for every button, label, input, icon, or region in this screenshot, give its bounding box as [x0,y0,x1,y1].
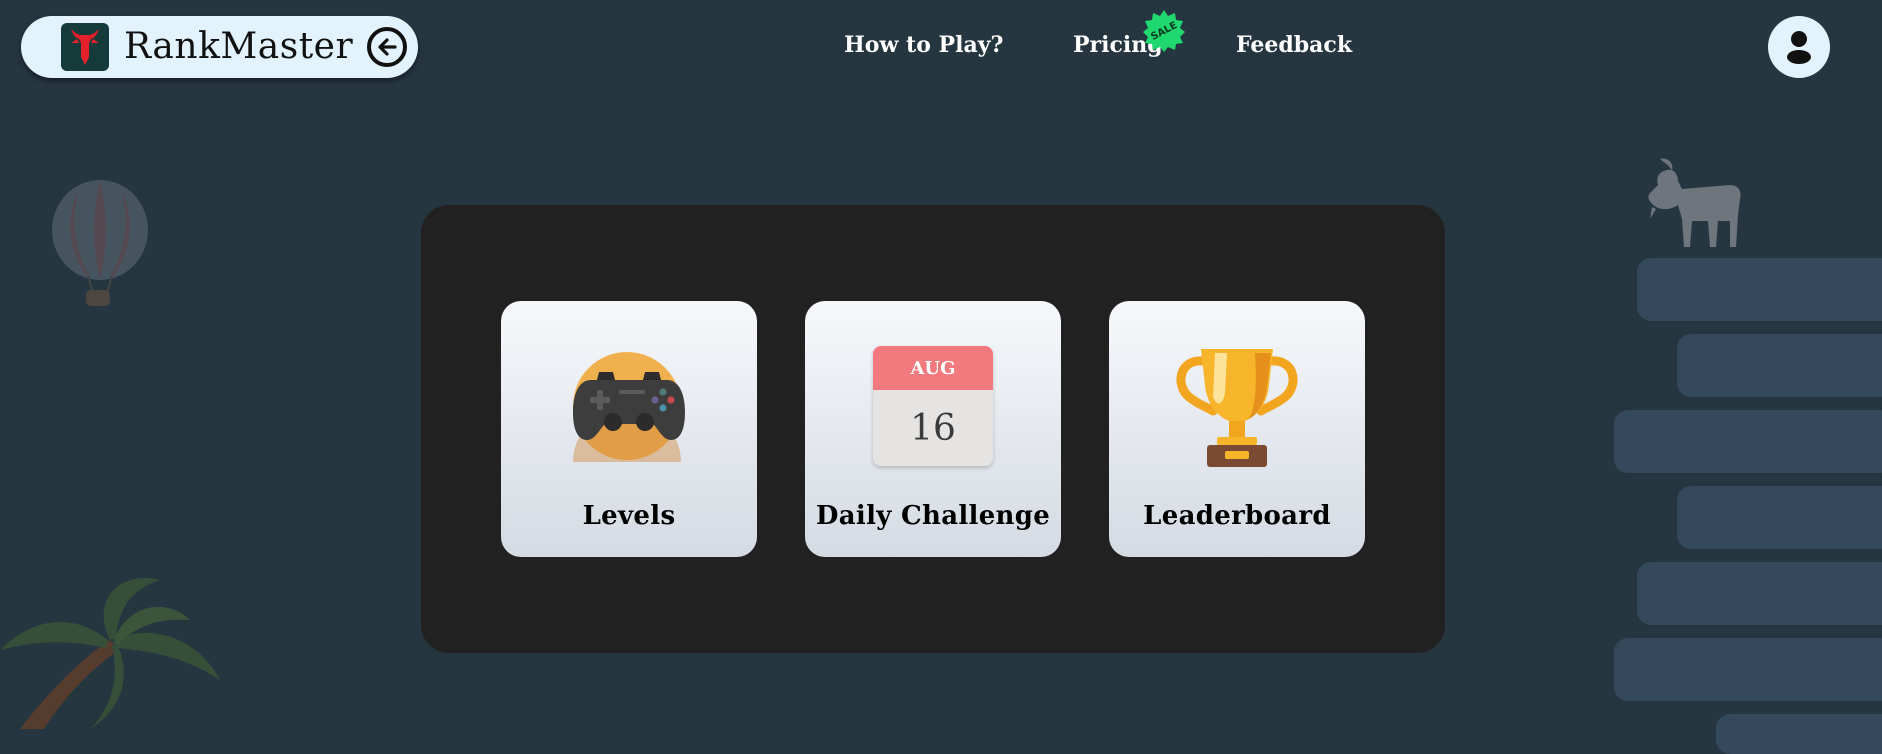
user-avatar-button[interactable] [1768,16,1830,78]
decorative-brick [1716,714,1882,754]
decorative-brick [1614,638,1882,701]
palm-tree-icon [0,578,220,729]
sale-badge: SALE [1142,9,1186,53]
levels-card[interactable]: Levels [501,301,757,557]
calendar-month: AUG [873,346,993,390]
back-button[interactable] [367,27,407,67]
nav-feedback[interactable]: Feedback [1236,30,1352,60]
trophy-icon [1109,341,1365,471]
hot-air-balloon-icon [52,180,148,306]
logo-pill: RankMaster [21,16,418,78]
user-icon [1787,31,1811,64]
daily-challenge-card[interactable]: AUG 16 Daily Challenge [805,301,1061,557]
nav-how-to-play[interactable]: How to Play? [844,30,1003,60]
leaderboard-label: Leaderboard [1143,501,1331,531]
decorative-brick [1637,562,1882,625]
calendar-day: 16 [873,390,993,466]
goat-icon [1648,158,1741,247]
decorative-brick [1677,486,1882,549]
decorative-brick [1614,410,1882,473]
goat-logo-icon [61,23,109,71]
arrow-left-icon [378,38,397,56]
leaderboard-card[interactable]: Leaderboard [1109,301,1365,557]
levels-label: Levels [582,501,676,531]
calendar-icon: AUG 16 [805,341,1061,471]
decorative-brick [1677,334,1882,397]
decorative-brick [1637,258,1882,321]
app-name: RankMaster [124,26,354,67]
game-menu-panel: Levels AUG 16 Daily Challenge Leaderboar… [421,205,1445,653]
daily-challenge-label: Daily Challenge [815,501,1051,531]
gamepad-icon [501,341,757,471]
